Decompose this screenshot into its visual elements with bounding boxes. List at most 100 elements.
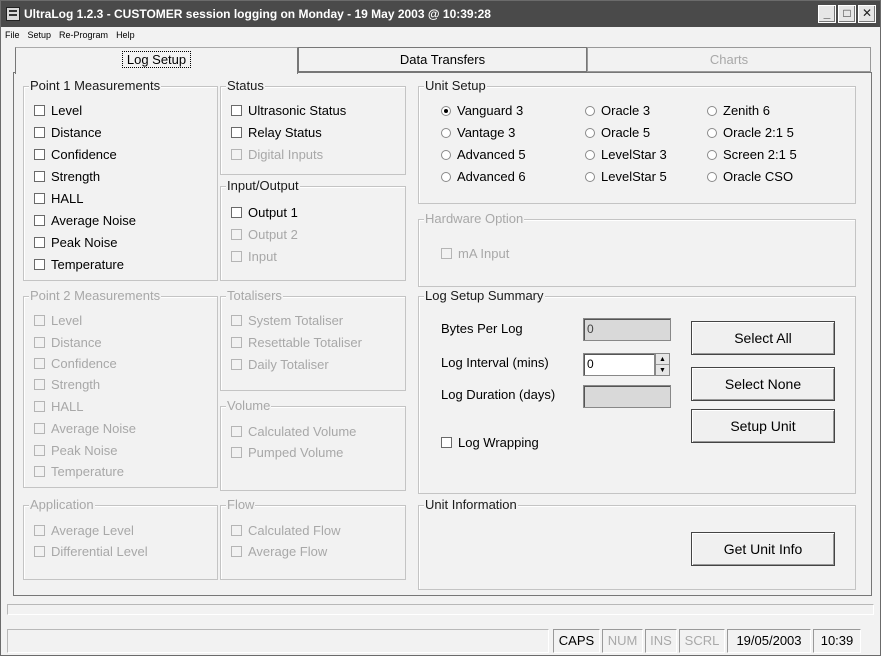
point2-peak-noise-checkbox[interactable]: Peak Noise: [34, 443, 117, 458]
input-checkbox[interactable]: Input: [231, 249, 277, 264]
point2-temperature-checkbox[interactable]: Temperature: [34, 464, 124, 479]
radio-dot: [585, 105, 595, 116]
radio-label: Advanced 6: [457, 169, 526, 184]
point2-hall-checkbox[interactable]: HALL: [34, 399, 84, 414]
checkbox-box: [34, 525, 45, 536]
output1-checkbox[interactable]: Output 1: [231, 205, 298, 220]
checkbox-box: [231, 546, 242, 557]
select-all-button[interactable]: Select All: [691, 321, 835, 355]
checkbox-box: [34, 259, 45, 270]
average-level-checkbox[interactable]: Average Level: [34, 523, 134, 538]
radio-dot: [585, 171, 595, 182]
menu-setup[interactable]: Setup: [24, 30, 56, 40]
point1-peak-noise-checkbox[interactable]: Peak Noise: [34, 235, 117, 250]
radio-label: Vantage 3: [457, 125, 516, 140]
checkbox-label: Temperature: [51, 464, 124, 479]
checkbox-box: [34, 315, 45, 326]
daily-totaliser-checkbox[interactable]: Daily Totaliser: [231, 357, 329, 372]
minimize-icon[interactable]: _: [818, 5, 836, 23]
differential-level-checkbox[interactable]: Differential Level: [34, 544, 148, 559]
relay-status-checkbox[interactable]: Relay Status: [231, 125, 322, 140]
point1-distance-checkbox[interactable]: Distance: [34, 125, 102, 140]
calculated-flow-checkbox[interactable]: Calculated Flow: [231, 523, 341, 538]
window-controls: _ □ ✕: [818, 5, 876, 23]
spin-up-icon[interactable]: ▲: [656, 354, 669, 365]
close-icon[interactable]: ✕: [858, 5, 876, 23]
status-date: 19/05/2003: [727, 629, 811, 653]
app-icon[interactable]: [6, 7, 20, 21]
checkbox-label: Average Level: [51, 523, 134, 538]
unit-information-group: Unit Information Get Unit Info: [418, 497, 856, 590]
output2-checkbox[interactable]: Output 2: [231, 227, 298, 242]
log-wrapping-checkbox[interactable]: Log Wrapping: [441, 435, 539, 450]
point1-temperature-checkbox[interactable]: Temperature: [34, 257, 124, 272]
resettable-totaliser-checkbox[interactable]: Resettable Totaliser: [231, 335, 362, 350]
checkbox-box: [34, 337, 45, 348]
menu-file[interactable]: File: [1, 30, 24, 40]
ultrasonic-status-checkbox[interactable]: Ultrasonic Status: [231, 103, 346, 118]
volume-title: Volume: [226, 398, 272, 413]
radio-levelstar-3[interactable]: LevelStar 3: [585, 147, 667, 162]
point1-title: Point 1 Measurements: [29, 78, 162, 93]
checkbox-label: Digital Inputs: [248, 147, 324, 162]
checkbox-label: Strength: [51, 377, 101, 392]
radio-label: Vanguard 3: [457, 103, 524, 118]
calculated-volume-checkbox[interactable]: Calculated Volume: [231, 424, 356, 439]
get-unit-info-button[interactable]: Get Unit Info: [691, 532, 835, 566]
radio-screen-2-1-5[interactable]: Screen 2:1 5: [707, 147, 797, 162]
checkbox-label: Input: [248, 249, 277, 264]
checkbox-label: Confidence: [51, 147, 117, 162]
application-group: Application Average Level Differential L…: [23, 497, 218, 580]
point2-group: Point 2 Measurements Level Distance Conf…: [23, 288, 218, 488]
radio-vanguard-3[interactable]: Vanguard 3: [441, 103, 523, 118]
checkbox-label: Relay Status: [248, 125, 322, 140]
log-interval-stepper[interactable]: ▲ ▼: [655, 353, 670, 376]
menu-help[interactable]: Help: [112, 30, 139, 40]
digital-inputs-checkbox[interactable]: Digital Inputs: [231, 147, 323, 162]
maximize-icon[interactable]: □: [838, 5, 856, 23]
title-bar[interactable]: UltraLog 1.2.3 - CUSTOMER session loggin…: [1, 1, 880, 27]
log-setup-summary-title: Log Setup Summary: [424, 288, 545, 303]
log-interval-input[interactable]: 0: [583, 353, 655, 376]
point2-level-checkbox[interactable]: Level: [34, 313, 82, 328]
radio-oracle-cso[interactable]: Oracle CSO: [707, 169, 793, 184]
setup-unit-button[interactable]: Setup Unit: [691, 409, 835, 443]
menu-re-program[interactable]: Re-Program: [55, 30, 112, 40]
pumped-volume-checkbox[interactable]: Pumped Volume: [231, 445, 343, 460]
point2-strength-checkbox[interactable]: Strength: [34, 377, 100, 392]
point1-average-noise-checkbox[interactable]: Average Noise: [34, 213, 136, 228]
radio-vantage-3[interactable]: Vantage 3: [441, 125, 515, 140]
checkbox-box: [34, 379, 45, 390]
point1-strength-checkbox[interactable]: Strength: [34, 169, 100, 184]
radio-advanced-6[interactable]: Advanced 6: [441, 169, 526, 184]
checkbox-box: [231, 149, 242, 160]
bytes-per-log-label: Bytes Per Log: [441, 321, 523, 336]
checkbox-box: [231, 337, 242, 348]
point2-confidence-checkbox[interactable]: Confidence: [34, 356, 117, 371]
radio-oracle-2-1-5[interactable]: Oracle 2:1 5: [707, 125, 794, 140]
point1-level-checkbox[interactable]: Level: [34, 103, 82, 118]
radio-oracle-3[interactable]: Oracle 3: [585, 103, 650, 118]
checkbox-box: [34, 149, 45, 160]
tab-charts[interactable]: Charts: [587, 47, 871, 72]
ma-input-checkbox[interactable]: mA Input: [441, 246, 509, 261]
checkbox-box: [34, 423, 45, 434]
radio-oracle-5[interactable]: Oracle 5: [585, 125, 650, 140]
application-title: Application: [29, 497, 95, 512]
point2-average-noise-checkbox[interactable]: Average Noise: [34, 421, 136, 436]
point1-confidence-checkbox[interactable]: Confidence: [34, 147, 117, 162]
system-totaliser-checkbox[interactable]: System Totaliser: [231, 313, 343, 328]
point1-hall-checkbox[interactable]: HALL: [34, 191, 84, 206]
radio-levelstar-5[interactable]: LevelStar 5: [585, 169, 667, 184]
average-flow-checkbox[interactable]: Average Flow: [231, 544, 327, 559]
point2-distance-checkbox[interactable]: Distance: [34, 335, 102, 350]
radio-zenith-6[interactable]: Zenith 6: [707, 103, 770, 118]
radio-advanced-5[interactable]: Advanced 5: [441, 147, 526, 162]
radio-dot: [441, 149, 451, 160]
checkbox-label: Confidence: [51, 356, 117, 371]
tab-log-setup[interactable]: Log Setup: [15, 47, 298, 74]
spin-down-icon[interactable]: ▼: [656, 365, 669, 376]
tab-data-transfers[interactable]: Data Transfers: [298, 47, 587, 72]
radio-dot: [441, 105, 451, 116]
select-none-button[interactable]: Select None: [691, 367, 835, 401]
